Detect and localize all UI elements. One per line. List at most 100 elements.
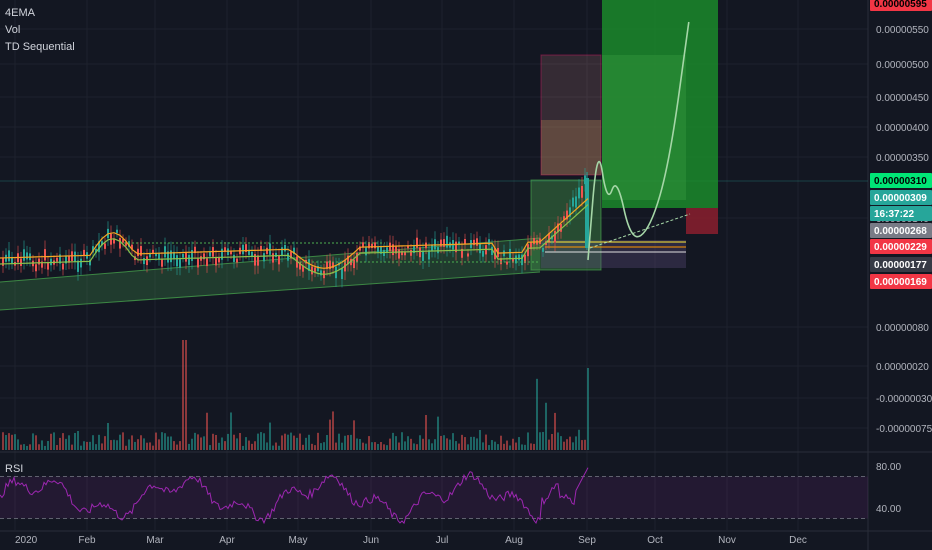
candle-body [161, 258, 163, 267]
volume-bar [377, 443, 379, 450]
volume-bar [212, 433, 214, 450]
candle-body [23, 249, 25, 261]
candle-body [233, 254, 235, 262]
volume-bar [560, 436, 562, 450]
volume-bar [530, 443, 532, 450]
price-tick-0: 0.00000550 [876, 25, 929, 36]
candle-body [263, 253, 265, 262]
candle-body [518, 254, 520, 261]
candle-body [377, 246, 379, 253]
volume-bar [224, 441, 226, 450]
volume-bar [260, 432, 262, 450]
volume-bar [179, 441, 181, 450]
volume-bar [200, 437, 202, 450]
candle-body [422, 250, 424, 261]
volume-bar [152, 445, 154, 450]
volume-bar [482, 442, 484, 450]
volume-bar [566, 439, 568, 450]
volume-bar [62, 433, 64, 450]
volume-bar [74, 432, 76, 450]
volume-bar [374, 442, 376, 450]
legend-vol[interactable]: Vol [5, 24, 20, 36]
volume-bar [344, 435, 346, 450]
price-tick-2: 0.00000450 [876, 93, 929, 104]
chart-workspace[interactable]: 80.00 40.00 0.00000550 0.00000500 0.00000450… [0, 0, 932, 550]
candle-body [209, 251, 211, 257]
volume-bar [380, 442, 382, 450]
legend-td-sequential[interactable]: TD Sequential [5, 41, 75, 53]
candle-body [374, 242, 376, 249]
rsi-label[interactable]: RSI [5, 463, 23, 475]
volume-bar [137, 439, 139, 450]
volume-bar [65, 438, 67, 450]
volume-bar [59, 437, 61, 450]
volume-bar [185, 340, 187, 450]
volume-bar [503, 443, 505, 450]
candle-body [176, 255, 178, 267]
candle-body [572, 197, 574, 207]
candle-body [578, 187, 580, 199]
candle-body [179, 259, 181, 268]
volume-bar [554, 412, 556, 450]
volume-bar [518, 437, 520, 450]
volume-bar [110, 440, 112, 450]
candle-body [80, 258, 82, 268]
volume-bar [437, 416, 439, 450]
volume-bar [575, 436, 577, 450]
volume-bar [284, 433, 286, 450]
price-tick-8: -0.00000030 [876, 394, 932, 405]
volume-bar [146, 442, 148, 450]
volume-bar [56, 445, 58, 450]
volume-bar [47, 441, 49, 450]
volume-bar [512, 438, 514, 450]
volume-bar [131, 435, 133, 450]
candle-body [386, 247, 388, 253]
rsi-tick-0: 80.00 [876, 462, 901, 473]
price-axis[interactable]: 80.00 40.00 0.00000550 0.00000500 0.00000450… [870, 0, 932, 515]
time-axis[interactable]: 2020 Feb Mar Apr May Jun Jul Aug Sep Oct Nov Dec [15, 535, 807, 546]
candle-body [416, 237, 418, 248]
legend-ema[interactable]: 4EMA [5, 7, 35, 19]
volume-bar [206, 412, 208, 450]
box-band [541, 240, 686, 268]
box-left-mid [541, 120, 601, 175]
chart-svg[interactable]: 80.00 40.00 0.00000550 0.00000500 0.00000450… [0, 0, 932, 550]
candle-body [149, 253, 151, 258]
price-tick-6: 0.00000080 [876, 323, 929, 334]
time-tick-6: Jul [436, 535, 449, 546]
time-tick-7: Aug [505, 535, 523, 546]
price-badge-4: 0.00000268 [874, 226, 927, 237]
time-tick-3: Apr [219, 535, 235, 546]
volume-bar [362, 442, 364, 450]
volume-bar [128, 439, 130, 450]
volume-bar [545, 402, 547, 450]
volume-bar [470, 436, 472, 450]
candle-body [164, 246, 166, 258]
candle-body [236, 258, 238, 263]
candle-body [62, 263, 64, 270]
volume-bar [395, 436, 397, 450]
volume-bar [275, 442, 277, 450]
volume-bar [266, 442, 268, 450]
candle-body [398, 249, 400, 259]
volume-bar [101, 443, 103, 450]
candle-body [554, 230, 556, 243]
volume-bar [413, 443, 415, 450]
candle-body [143, 258, 145, 265]
price-badge-0: 0.00000595 [874, 0, 927, 10]
price-badge-2: 0.00000309 [874, 193, 927, 204]
volume-bar [155, 432, 157, 450]
candle-body [26, 252, 28, 260]
volume-bar [572, 442, 574, 450]
volume-bar [176, 444, 178, 450]
candle-body [281, 247, 283, 256]
volume-bar [104, 436, 106, 450]
candle-body [488, 239, 490, 246]
volume-bar [161, 432, 163, 450]
volume-bar [167, 436, 169, 450]
price-badge-5: 0.00000229 [874, 242, 927, 253]
volume-bar [122, 432, 124, 450]
candle-body [74, 251, 76, 262]
price-badge-7: 0.00000169 [874, 277, 927, 288]
volume-bar [239, 433, 241, 450]
